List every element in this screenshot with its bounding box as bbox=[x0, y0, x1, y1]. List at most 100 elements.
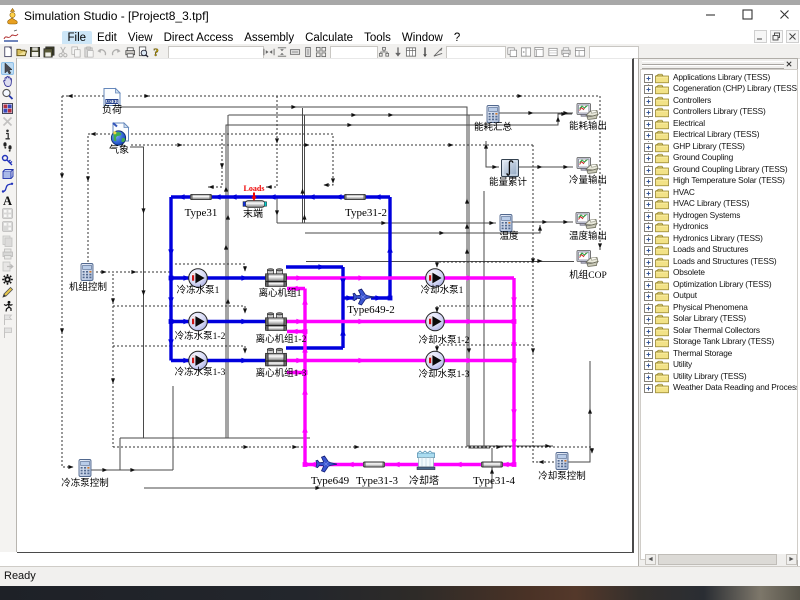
component-pump[interactable] bbox=[189, 351, 208, 370]
component-pc-plot[interactable] bbox=[576, 213, 597, 229]
runner-icon[interactable] bbox=[1, 300, 14, 313]
component-calculator[interactable] bbox=[79, 460, 91, 477]
tree-item[interactable]: Solar Library (TESS) bbox=[641, 312, 798, 324]
help-button[interactable]: ? bbox=[150, 45, 163, 57]
print-button[interactable] bbox=[124, 45, 137, 57]
control-link[interactable] bbox=[62, 96, 75, 467]
tree-item[interactable]: High Temperature Solar (TESS) bbox=[641, 174, 798, 186]
tree-item[interactable]: Electrical Library (TESS) bbox=[641, 128, 798, 140]
tree-item[interactable]: Ground Coupling Library (TESS) bbox=[641, 163, 798, 175]
export-sheet-icon[interactable] bbox=[1, 260, 14, 273]
gear-icon[interactable] bbox=[1, 273, 14, 286]
table-button[interactable] bbox=[405, 45, 418, 57]
tree-item[interactable]: Obsolete bbox=[641, 266, 798, 278]
tree-item[interactable]: Storage Tank Library (TESS) bbox=[641, 335, 798, 347]
component-calculator[interactable] bbox=[81, 264, 93, 281]
open-button[interactable] bbox=[16, 45, 29, 57]
tree-item[interactable]: Weather Data Reading and Process bbox=[641, 381, 798, 393]
tree-item[interactable]: Electrical bbox=[641, 117, 798, 129]
same-width-button[interactable] bbox=[289, 45, 302, 57]
signal-line[interactable] bbox=[469, 115, 490, 448]
preview-button[interactable] bbox=[137, 45, 150, 57]
component-chiller[interactable] bbox=[266, 269, 287, 287]
component-globe-page[interactable] bbox=[111, 123, 128, 145]
tree-item[interactable]: Solar Thermal Collectors bbox=[641, 324, 798, 336]
tree-item[interactable]: Cogeneration (CHP) Library (TESS) bbox=[641, 82, 798, 94]
dice-icon[interactable] bbox=[1, 207, 14, 220]
control-link[interactable] bbox=[113, 346, 245, 353]
tree-item[interactable]: Loads and Structures (TESS) bbox=[641, 255, 798, 267]
tree-item[interactable]: Hydrogen Systems bbox=[641, 209, 798, 221]
delete-x-icon[interactable] bbox=[1, 115, 14, 128]
tree-item[interactable]: Physical Phenomena bbox=[641, 301, 798, 313]
control-link[interactable] bbox=[437, 306, 533, 312]
tree-item[interactable]: Applications Library (TESS) bbox=[641, 71, 798, 83]
pencil-icon[interactable] bbox=[1, 286, 14, 299]
component-integrator[interactable] bbox=[502, 160, 519, 177]
grid-align-button[interactable] bbox=[315, 45, 328, 57]
win-sheet-button[interactable] bbox=[547, 45, 560, 57]
mdi-minimize-button[interactable] bbox=[754, 30, 767, 43]
component-pump[interactable] bbox=[426, 269, 445, 288]
control-link[interactable] bbox=[207, 135, 222, 187]
tree-item[interactable]: Utility bbox=[641, 358, 798, 370]
save-all-button[interactable] bbox=[43, 45, 56, 57]
zoom-magnifier-icon[interactable] bbox=[1, 88, 14, 101]
component-pipe[interactable] bbox=[364, 462, 385, 467]
save-button[interactable] bbox=[29, 45, 42, 57]
minimize-button[interactable] bbox=[703, 7, 718, 22]
component-calculator[interactable] bbox=[487, 106, 499, 123]
win-layout-button[interactable] bbox=[574, 45, 587, 57]
control-link[interactable] bbox=[533, 145, 554, 462]
component-pipe[interactable] bbox=[191, 194, 212, 199]
control-link[interactable] bbox=[113, 447, 592, 453]
tree-item[interactable]: Hydronics Library (TESS) bbox=[641, 232, 798, 244]
component-valve[interactable] bbox=[316, 456, 337, 472]
tree-item[interactable]: Thermal Storage bbox=[641, 347, 798, 359]
mdi-restore-button[interactable] bbox=[770, 30, 783, 43]
new-button[interactable] bbox=[2, 45, 15, 57]
maximize-button[interactable] bbox=[740, 7, 755, 22]
tree-item[interactable]: Ground Coupling bbox=[641, 151, 798, 163]
info-icon[interactable] bbox=[1, 128, 14, 141]
panel-grip[interactable] bbox=[642, 61, 784, 69]
win-cascade-button[interactable] bbox=[506, 45, 519, 57]
win-print-button[interactable] bbox=[560, 45, 573, 57]
component-calculator[interactable] bbox=[500, 215, 512, 232]
close-button[interactable] bbox=[777, 7, 792, 22]
select-arrow-icon[interactable] bbox=[1, 62, 14, 75]
component-pump[interactable] bbox=[426, 312, 445, 331]
tree-item[interactable]: GHP Library (TESS) bbox=[641, 140, 798, 152]
arrow-down-button[interactable] bbox=[392, 45, 405, 57]
same-height-button[interactable] bbox=[302, 45, 315, 57]
sheets-icon[interactable] bbox=[1, 234, 14, 247]
component-calculator[interactable] bbox=[556, 453, 568, 470]
pan-hand-icon[interactable] bbox=[1, 75, 14, 88]
scroll-thumb[interactable] bbox=[658, 554, 777, 565]
component-pump[interactable] bbox=[189, 312, 208, 331]
control-link[interactable] bbox=[437, 262, 533, 267]
component-valve[interactable] bbox=[353, 289, 374, 305]
component-pump[interactable] bbox=[426, 351, 445, 370]
tree-item[interactable]: Utility Library (TESS) bbox=[641, 370, 798, 382]
flag-icon[interactable] bbox=[1, 313, 14, 326]
angle-button[interactable] bbox=[432, 45, 445, 57]
component-page-user[interactable] bbox=[104, 89, 120, 106]
tree-item[interactable]: Hydronics bbox=[641, 220, 798, 232]
dice2-icon[interactable] bbox=[1, 220, 14, 233]
component-pc-plot[interactable] bbox=[577, 158, 598, 174]
control-link[interactable] bbox=[113, 306, 245, 314]
tree-item[interactable]: HVAC bbox=[641, 186, 798, 198]
component-chiller[interactable] bbox=[266, 348, 287, 366]
direct-access-icon[interactable] bbox=[1, 168, 14, 181]
palette-grid-icon[interactable] bbox=[1, 102, 14, 115]
control-link[interactable] bbox=[175, 264, 245, 271]
component-pipe[interactable] bbox=[482, 462, 503, 467]
tree-item[interactable]: Optimization Library (TESS) bbox=[641, 278, 798, 290]
org-tree-button[interactable] bbox=[378, 45, 391, 57]
win-book-button[interactable] bbox=[533, 45, 546, 57]
align-v-button[interactable] bbox=[276, 45, 289, 57]
scroll-left-arrow[interactable]: ◄ bbox=[645, 554, 656, 565]
printer-gray-icon[interactable] bbox=[1, 247, 14, 260]
scroll-right-arrow[interactable]: ► bbox=[786, 554, 797, 565]
